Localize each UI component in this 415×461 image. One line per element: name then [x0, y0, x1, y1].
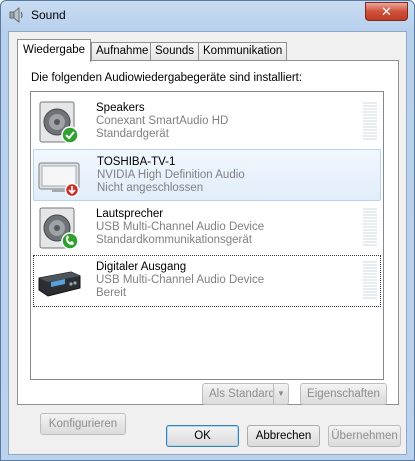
device-driver: USB Multi-Channel Audio Device — [96, 274, 265, 286]
sound-dialog: Sound ✕ Wiedergabe Aufnahme Sounds Kommu… — [0, 0, 415, 461]
digital-output-icon — [38, 271, 81, 297]
device-name: TOSHIBA-TV-1 — [97, 156, 176, 168]
device-info: Speakers Conexant SmartAudio HD Standard… — [96, 102, 228, 141]
volume-meter — [363, 261, 377, 301]
device-name: Digitaler Ausgang — [96, 261, 187, 273]
set-default-label: Als Standard — [209, 388, 275, 400]
device-name: Lautsprecher — [96, 208, 164, 220]
chevron-down-icon: ▼ — [273, 384, 288, 404]
configure-button[interactable]: Konfigurieren — [40, 413, 126, 435]
device-item-toshiba-tv[interactable]: TOSHIBA-TV-1 NVIDIA High Definition Audi… — [33, 149, 381, 201]
device-status: Standardgerät — [96, 128, 169, 140]
tab-recording[interactable]: Aufnahme — [91, 42, 154, 61]
device-info: Lautsprecher USB Multi-Channel Audio Dev… — [96, 208, 264, 247]
device-status: Bereit — [96, 287, 127, 299]
properties-button[interactable]: Eigenschaften — [300, 383, 387, 405]
speaker-default-icon — [39, 101, 79, 144]
device-item-speakers[interactable]: Speakers Conexant SmartAudio HD Standard… — [33, 96, 381, 148]
device-status: Standardkommunikationsgerät — [96, 234, 252, 246]
device-item-lautsprecher[interactable]: Lautsprecher USB Multi-Channel Audio Dev… — [33, 202, 381, 254]
device-info: TOSHIBA-TV-1 NVIDIA High Definition Audi… — [97, 156, 245, 195]
cancel-button[interactable]: Abbrechen — [247, 425, 320, 447]
set-default-button[interactable]: Als Standard ▼ — [202, 383, 289, 405]
volume-meter — [363, 102, 377, 142]
apply-button[interactable]: Übernehmen — [328, 425, 401, 447]
device-info: Digitaler Ausgang USB Multi-Channel Audi… — [96, 261, 264, 300]
window-title: Sound — [31, 8, 66, 22]
device-driver: USB Multi-Channel Audio Device — [96, 221, 265, 233]
tab-playback[interactable]: Wiedergabe — [17, 39, 92, 62]
speaker-app-icon — [9, 7, 23, 23]
tv-disconnected-icon — [38, 162, 80, 198]
device-status: Nicht angeschlossen — [97, 182, 204, 194]
device-item-digital-output[interactable]: Digitaler Ausgang USB Multi-Channel Audi… — [33, 255, 381, 307]
device-driver: NVIDIA High Definition Audio — [97, 169, 245, 181]
playback-device-list[interactable]: Speakers Conexant SmartAudio HD Standard… — [30, 91, 384, 380]
playback-panel: Die folgenden Audiowiedergabegeräte sind… — [17, 60, 399, 435]
dialog-body: Wiedergabe Aufnahme Sounds Kommunikation… — [8, 31, 407, 455]
speaker-communication-icon — [39, 207, 79, 250]
device-list-heading: Die folgenden Audiowiedergabegeräte sind… — [31, 72, 303, 84]
tab-communication[interactable]: Kommunikation — [198, 42, 288, 61]
device-driver: Conexant SmartAudio HD — [96, 115, 229, 127]
close-button[interactable]: ✕ — [365, 2, 408, 21]
device-name: Speakers — [96, 102, 145, 114]
tab-sounds[interactable]: Sounds — [150, 42, 200, 61]
close-icon: ✕ — [381, 4, 392, 19]
title-bar[interactable]: Sound ✕ — [1, 1, 414, 31]
volume-meter — [363, 208, 377, 248]
ok-button[interactable]: OK — [166, 425, 239, 447]
